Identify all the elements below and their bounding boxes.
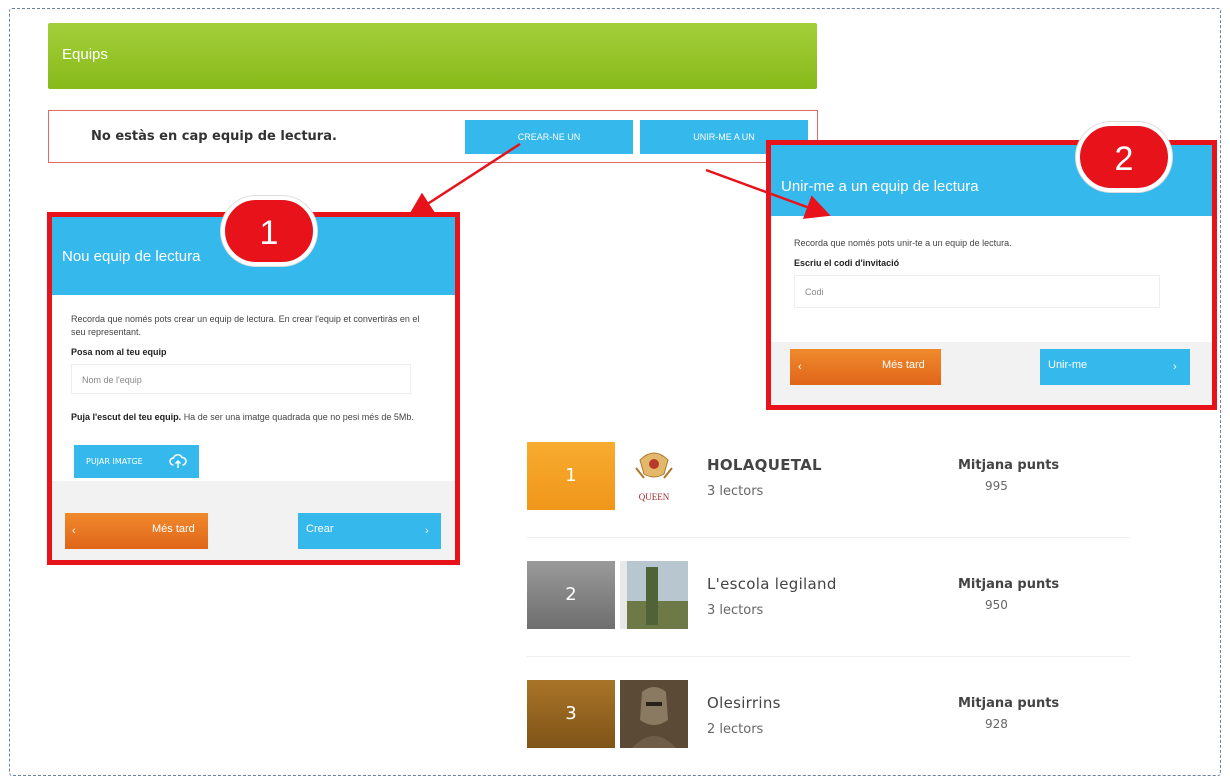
rank-badge: 2 [527,561,615,629]
avg-points-value: 995 [985,479,1008,493]
rank-badge: 1 [527,442,615,510]
team-name: L'escola legiland [707,575,837,593]
row-divider [527,656,1130,657]
ranking-row: 2 L'escola legiland 3 lectors Mitjana pu… [527,561,1130,631]
arrow-to-create-panel [407,142,521,217]
queen-crest-icon: QUEEN [620,442,688,510]
avg-points-label: Mitjana punts [958,696,1060,711]
team-logo [620,561,688,629]
team-readers: 3 lectors [707,603,764,618]
knight-photo-icon [620,680,688,748]
arrow-to-join-panel [705,168,831,219]
team-name: HOLAQUETAL [707,456,822,474]
team-readers: 3 lectors [707,484,764,499]
team-name: Olesirrins [707,694,781,712]
ranking-row: 1 QUEEN HOLAQUETAL 3 lectors Mitjana pun… [527,442,1130,512]
annotation-arrows [407,142,831,219]
team-logo [620,680,688,748]
avg-points-value: 928 [985,717,1008,731]
avg-points-label: Mitjana punts [958,458,1060,473]
team-readers: 2 lectors [707,722,764,737]
rank-badge: 3 [527,680,615,748]
team-logo-text: QUEEN [639,492,670,502]
avg-points-value: 950 [985,598,1008,612]
landscape-photo-icon [620,561,688,629]
avg-points-label: Mitjana punts [958,577,1060,592]
ranking-row: 3 Olesirrins 2 lectors Mitjana punts 928 [527,680,1130,750]
row-divider [527,537,1130,538]
team-logo: QUEEN [620,442,688,510]
